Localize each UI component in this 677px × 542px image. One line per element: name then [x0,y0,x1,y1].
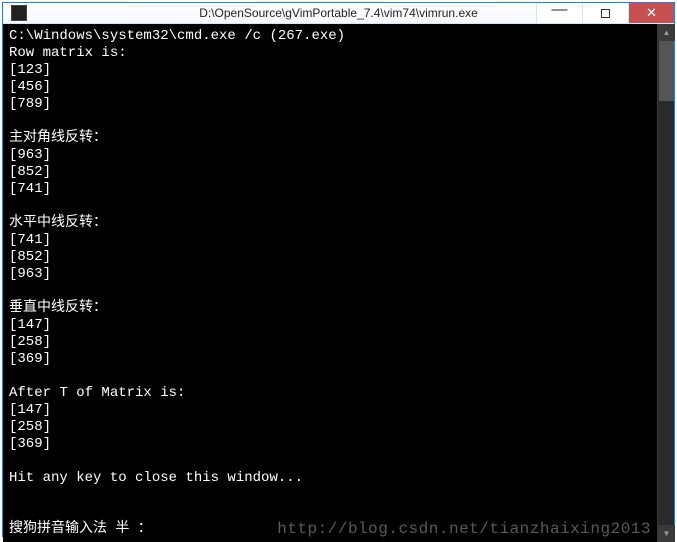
vertical-scrollbar[interactable]: ▲ ▼ [657,24,674,542]
section-header: After T of Matrix is: [9,385,185,401]
minimize-button[interactable]: — [536,3,582,23]
matrix-row: [369] [9,436,51,452]
cmd-line: C:\Windows\system32\cmd.exe /c (267.exe) [9,28,345,44]
scroll-thumb[interactable] [659,41,674,101]
scroll-up-arrow-icon[interactable]: ▲ [658,24,675,41]
matrix-row: [789] [9,96,51,112]
matrix-row: [456] [9,79,51,95]
matrix-row: [123] [9,62,51,78]
matrix-row: [741] [9,232,51,248]
titlebar[interactable]: D:\OpenSource\gVimPortable_7.4\vim74\vim… [3,3,674,24]
matrix-row: [258] [9,334,51,350]
window-controls: — ✕ [536,3,674,23]
section-header: 垂直中线反转： [9,300,107,316]
matrix-row: [369] [9,351,51,367]
console-area: C:\Windows\system32\cmd.exe /c (267.exe)… [3,24,674,542]
matrix-row: [963] [9,147,51,163]
matrix-row: [258] [9,419,51,435]
section-header: Row matrix is: [9,45,127,61]
maximize-button[interactable] [582,3,628,23]
console-output[interactable]: C:\Windows\system32\cmd.exe /c (267.exe)… [3,24,657,542]
watermark-text: http://blog.csdn.net/tianzhaixing2013 [277,521,651,538]
scroll-down-arrow-icon[interactable]: ▼ [658,525,675,542]
section-header: 水平中线反转： [9,215,107,231]
prompt-text: Hit any key to close this window... [9,470,303,486]
close-button[interactable]: ✕ [628,3,674,23]
matrix-row: [741] [9,181,51,197]
matrix-row: [852] [9,249,51,265]
app-window: D:\OpenSource\gVimPortable_7.4\vim74\vim… [2,2,675,537]
matrix-row: [147] [9,317,51,333]
app-icon [11,5,27,21]
section-header: 主对角线反转： [9,130,107,146]
matrix-row: [147] [9,402,51,418]
ime-status: 搜狗拼音输入法 半 ： [9,521,152,537]
matrix-row: [852] [9,164,51,180]
matrix-row: [963] [9,266,51,282]
